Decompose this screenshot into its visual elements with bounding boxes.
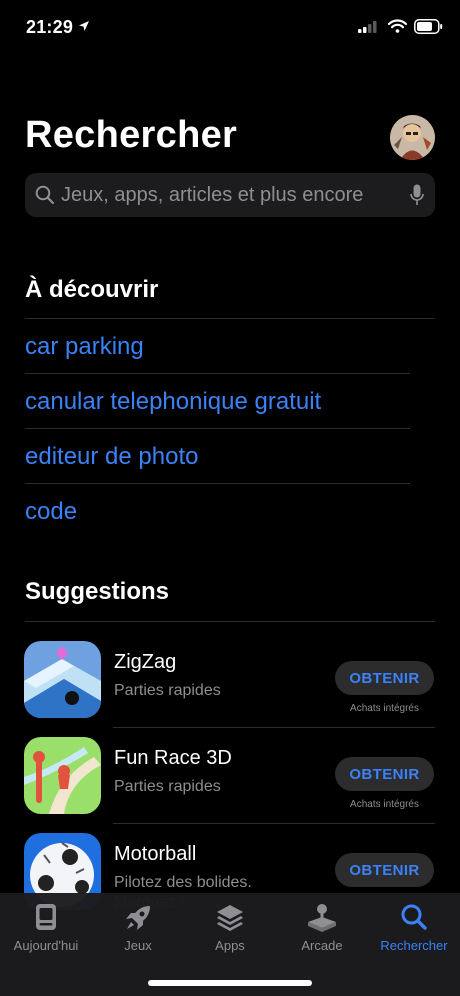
joystick-icon bbox=[308, 904, 336, 932]
avatar[interactable] bbox=[390, 115, 435, 160]
divider bbox=[113, 823, 435, 824]
app-icon-zigzag[interactable] bbox=[24, 641, 101, 718]
get-button[interactable]: OBTENIR bbox=[335, 661, 434, 695]
get-button[interactable]: OBTENIR bbox=[335, 757, 434, 791]
get-button[interactable]: OBTENIR bbox=[335, 853, 434, 887]
in-app-purchases-note: Achats intégrés bbox=[350, 799, 419, 810]
suggestions-heading: Suggestions bbox=[25, 578, 170, 605]
divider bbox=[113, 727, 435, 728]
tab-label: Rechercher bbox=[380, 938, 448, 953]
layers-icon bbox=[217, 905, 243, 931]
rocket-icon bbox=[126, 906, 150, 930]
tab-arcade[interactable]: Arcade bbox=[276, 893, 368, 965]
discover-link[interactable]: code bbox=[25, 498, 77, 526]
magnifier-icon bbox=[35, 185, 55, 205]
divider bbox=[25, 428, 410, 429]
location-arrow-icon bbox=[79, 21, 89, 31]
discover-link[interactable]: editeur de photo bbox=[25, 443, 198, 471]
divider bbox=[25, 373, 410, 374]
tab-search[interactable]: Rechercher bbox=[368, 893, 460, 965]
tab-label: Apps bbox=[215, 938, 245, 953]
divider bbox=[25, 483, 410, 484]
app-name: ZigZag bbox=[114, 651, 177, 673]
microphone-icon[interactable] bbox=[410, 184, 424, 206]
home-indicator[interactable] bbox=[148, 980, 312, 986]
page-title: Rechercher bbox=[25, 114, 238, 156]
app-subtitle: Parties rapides bbox=[114, 682, 221, 699]
app-row-fun-race-3d[interactable]: Fun Race 3D Parties rapides OBTENIR Acha… bbox=[0, 737, 460, 833]
discover-heading: À découvrir bbox=[25, 276, 159, 303]
divider bbox=[25, 318, 435, 319]
tab-apps[interactable]: Apps bbox=[184, 893, 276, 965]
cellular-signal-icon bbox=[358, 21, 377, 33]
app-name: Motorball bbox=[114, 843, 197, 865]
wifi-icon bbox=[388, 19, 407, 33]
discover-link[interactable]: car parking bbox=[25, 333, 144, 361]
discover-link[interactable]: canular telephonique gratuit bbox=[25, 388, 321, 416]
search-bar[interactable] bbox=[25, 173, 435, 217]
tab-games[interactable]: Jeux bbox=[92, 893, 184, 965]
search-input[interactable] bbox=[61, 173, 391, 217]
tab-label: Arcade bbox=[301, 938, 343, 953]
tab-label: Aujourd'hui bbox=[13, 938, 79, 953]
today-icon bbox=[36, 904, 56, 930]
battery-icon bbox=[414, 19, 443, 34]
status-time: 21:29 bbox=[26, 17, 74, 37]
tab-today[interactable]: Aujourd'hui bbox=[0, 893, 92, 965]
app-subtitle: Parties rapides bbox=[114, 778, 221, 795]
app-icon-fun-race-3d[interactable] bbox=[24, 737, 101, 814]
status-bar: 21:29 bbox=[0, 0, 460, 56]
app-name: Fun Race 3D bbox=[114, 747, 232, 769]
app-row-zigzag[interactable]: ZigZag Parties rapides OBTENIR Achats in… bbox=[0, 641, 460, 737]
tab-label: Jeux bbox=[124, 938, 152, 953]
in-app-purchases-note: Achats intégrés bbox=[350, 703, 419, 714]
divider bbox=[25, 621, 435, 622]
search-icon bbox=[401, 904, 427, 930]
